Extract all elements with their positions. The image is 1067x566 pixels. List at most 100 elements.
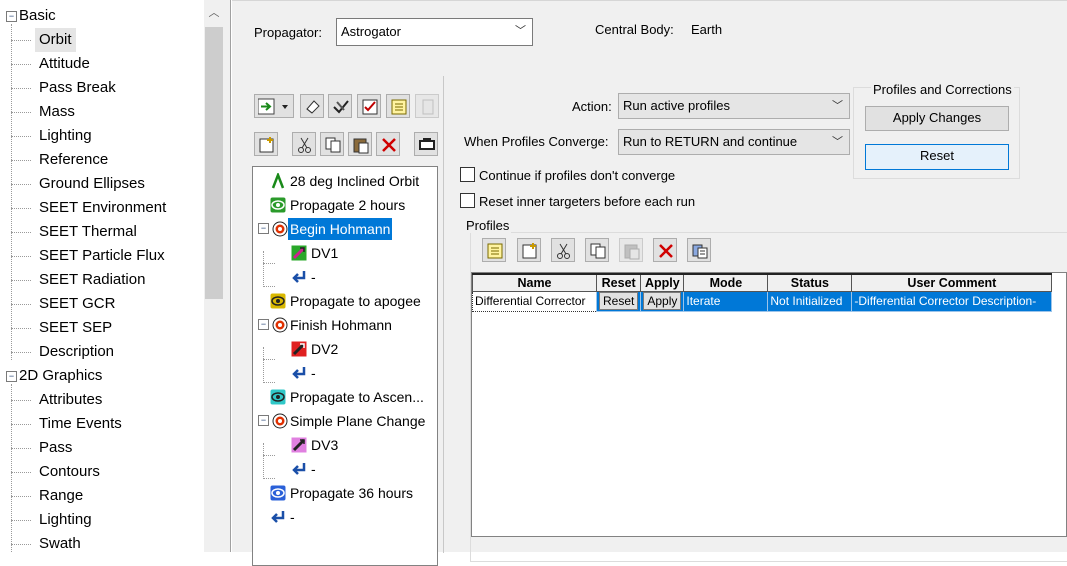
run-icon[interactable] — [328, 94, 352, 118]
tree-item-description[interactable]: Description — [0, 340, 200, 364]
collapse-icon[interactable]: − — [6, 11, 17, 22]
mission-control-sequence[interactable]: 28 deg Inclined Orbit Propagate 2 hours … — [252, 166, 438, 566]
clear-icon[interactable] — [300, 94, 324, 118]
propagator-label: Propagator: — [254, 25, 322, 40]
tree-item-reference[interactable]: Reference — [0, 148, 200, 172]
apply-changes-button[interactable]: Apply Changes — [865, 106, 1009, 131]
sequence-item-label: Propagate to Ascen... — [290, 389, 424, 405]
tree-item-range[interactable]: Range — [0, 484, 200, 508]
tree-item-label: Ground Ellipses — [39, 175, 145, 192]
column-header[interactable]: Name — [472, 273, 597, 292]
collapse-icon[interactable]: − — [258, 223, 269, 234]
panel-divider — [443, 76, 444, 553]
paste-icon[interactable] — [348, 132, 372, 156]
summary-icon[interactable] — [482, 238, 506, 262]
tree-item-label: Contours — [39, 463, 100, 480]
delete-icon[interactable] — [653, 238, 677, 262]
collapse-icon[interactable]: − — [6, 371, 17, 382]
tree-item-lighting-2d[interactable]: Lighting — [0, 508, 200, 532]
new-icon[interactable] — [517, 238, 541, 262]
converge-select[interactable]: Run to RETURN and continue ﹀ — [618, 129, 850, 155]
column-header[interactable]: User Comment — [851, 273, 1053, 292]
central-body-label: Central Body: — [595, 22, 674, 37]
tree-connector — [263, 359, 275, 360]
tree-group-basic[interactable]: − Basic — [0, 4, 200, 28]
tree-item-swath[interactable]: Swath — [0, 532, 200, 552]
tree-item-label: Attitude — [39, 55, 90, 72]
reset-inner-checkbox[interactable] — [460, 193, 475, 208]
tree-item-seet-radiation[interactable]: SEET Radiation — [0, 268, 200, 292]
tree-item-seet-environment[interactable]: SEET Environment — [0, 196, 200, 220]
row-reset-button[interactable]: Reset — [599, 292, 639, 310]
action-value: Run active profiles — [623, 98, 730, 113]
column-header[interactable]: Apply — [640, 273, 685, 292]
profiles-title: Profiles — [464, 218, 512, 233]
cut-icon[interactable] — [292, 132, 316, 156]
tree-item-contours[interactable]: Contours — [0, 460, 200, 484]
row-apply-button[interactable]: Apply — [643, 292, 682, 310]
sequence-item-label: - — [311, 269, 316, 285]
tree-item-ground-ellipses[interactable]: Ground Ellipses — [0, 172, 200, 196]
summary-icon[interactable] — [386, 94, 410, 118]
tree-item-time-events[interactable]: Time Events — [0, 412, 200, 436]
checklist-icon[interactable] — [357, 94, 381, 118]
property-tree: − Basic Orbit Attitude Pass Break Mass L… — [0, 0, 224, 552]
return-icon — [271, 511, 285, 523]
script-icon[interactable] — [414, 132, 438, 156]
mode-cell[interactable]: Iterate — [683, 290, 769, 312]
tree-group-label: 2D Graphics — [19, 367, 103, 384]
continue-label: Continue if profiles don't converge — [479, 168, 676, 183]
paste-icon[interactable] — [619, 238, 643, 262]
tree-connector — [263, 251, 264, 287]
tree-item-pass[interactable]: Pass — [0, 436, 200, 460]
sequence-item-label: Propagate 36 hours — [290, 485, 413, 501]
tree-scrollbar[interactable]: ︿ — [204, 0, 224, 552]
tree-item-seet-thermal[interactable]: SEET Thermal — [0, 220, 200, 244]
tree-item-attributes[interactable]: Attributes — [0, 388, 200, 412]
reset-button[interactable]: Reset — [865, 144, 1009, 170]
tree-item-lighting[interactable]: Lighting — [0, 124, 200, 148]
insert-segment-button[interactable] — [254, 94, 294, 118]
propagator-select[interactable]: Astrogator ﹀ — [336, 18, 533, 46]
collapse-icon[interactable]: − — [258, 319, 269, 330]
tree-item-label: SEET GCR — [39, 295, 116, 312]
copy-icon[interactable] — [320, 132, 344, 156]
sequence-item-label: Propagate to apogee — [290, 293, 421, 309]
table-row[interactable]: Differential Corrector Reset Apply Itera… — [472, 290, 1053, 312]
scroll-up-icon[interactable]: ︿ — [204, 4, 224, 20]
tree-item-seet-particle-flux[interactable]: SEET Particle Flux — [0, 244, 200, 268]
tree-connector — [263, 286, 275, 287]
return-icon — [292, 367, 306, 379]
collapse-icon[interactable]: − — [258, 415, 269, 426]
tree-connector — [263, 347, 264, 383]
scrollbar-thumb[interactable] — [205, 27, 223, 299]
tree-item-label: Mass — [39, 103, 75, 120]
tree-item-seet-gcr[interactable]: SEET GCR — [0, 292, 200, 316]
profile-name-cell[interactable]: Differential Corrector — [472, 290, 597, 312]
column-header[interactable]: Status — [767, 273, 853, 292]
column-header[interactable]: Reset — [595, 273, 642, 292]
tree-connector — [263, 382, 275, 383]
report-icon[interactable] — [415, 94, 439, 118]
copy-icon[interactable] — [585, 238, 609, 262]
column-header[interactable]: Mode — [683, 273, 769, 292]
delete-icon[interactable] — [376, 132, 400, 156]
properties-icon[interactable] — [687, 238, 711, 262]
reset-inner-label: Reset inner targeters before each run — [479, 194, 696, 209]
tree-item-orbit[interactable]: Orbit — [0, 28, 200, 52]
tree-group-2d-graphics[interactable]: − 2D Graphics — [0, 364, 200, 388]
tree-item-pass-break[interactable]: Pass Break — [0, 76, 200, 100]
tree-item-seet-sep[interactable]: SEET SEP — [0, 316, 200, 340]
profiles-table[interactable]: Name Reset Apply Mode Status User Commen… — [471, 272, 1067, 537]
tree-item-attitude[interactable]: Attitude — [0, 52, 200, 76]
splitter[interactable] — [224, 0, 231, 552]
tree-item-mass[interactable]: Mass — [0, 100, 200, 124]
tree-connector — [263, 455, 275, 456]
continue-checkbox[interactable] — [460, 167, 475, 182]
sequence-item-label: Simple Plane Change — [290, 413, 426, 429]
comment-cell[interactable]: -Differential Corrector Description- — [851, 290, 1053, 312]
propagate-icon — [270, 293, 286, 309]
action-select[interactable]: Run active profiles ﹀ — [618, 93, 850, 119]
new-icon[interactable] — [254, 132, 278, 156]
cut-icon[interactable] — [551, 238, 575, 262]
